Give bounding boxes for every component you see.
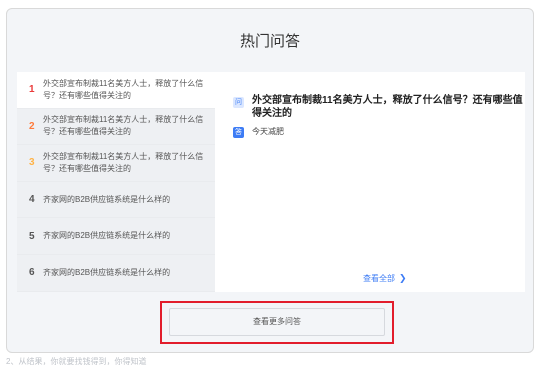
rank-number: 5 [29, 230, 35, 242]
more-button-highlight: 查看更多问答 [160, 301, 394, 344]
question-text: 齐家网的B2B供应链系统是什么样的 [43, 231, 171, 241]
question-text: 外交部宣布制裁11名美方人士，释放了什么信号？还有哪些值得关注的 [43, 78, 204, 100]
question-text: 外交部宣布制裁11名美方人士，释放了什么信号？还有哪些值得关注的 [43, 151, 204, 173]
footer-text: 2、从结果，你就要找钱得到，你得知道 [6, 357, 147, 365]
detail-answer-text: 今天减肥 [252, 126, 284, 136]
answer-badge-icon: 答 [233, 127, 244, 138]
rank-number: 6 [29, 267, 35, 279]
rank-number: 3 [29, 157, 35, 169]
question-badge-icon: 问 [233, 97, 244, 108]
chevron-right-icon: ❯ [399, 273, 407, 283]
list-item[interactable]: 2 外交部宣布制裁11名美方人士，释放了什么信号？还有哪些值得关注的 [17, 108, 215, 146]
rank-number: 4 [29, 194, 35, 206]
question-text: 齐家网的B2B供应链系统是什么样的 [43, 267, 171, 277]
list-item[interactable]: 3 外交部宣布制裁11名美方人士，释放了什么信号？还有哪些值得关注的 [17, 145, 215, 182]
detail-question: 问 外交部宣布制裁11名美方人士，释放了什么信号？还有哪些值得关注的 [233, 94, 523, 120]
answer-detail-panel: 问 外交部宣布制裁11名美方人士，释放了什么信号？还有哪些值得关注的 答 今天减… [215, 72, 525, 292]
rank-number: 2 [29, 120, 35, 132]
rank-number: 1 [29, 84, 35, 96]
page-title: 热门问答 [239, 33, 300, 50]
detail-answer: 答 今天减肥 [233, 124, 284, 138]
list-item[interactable]: 1 外交部宣布制裁11名美方人士，释放了什么信号？还有哪些值得关注的 [17, 72, 215, 109]
list-item[interactable]: 6 齐家网的B2B供应链系统是什么样的 [17, 254, 215, 292]
view-more-questions-button[interactable]: 查看更多问答 [169, 308, 385, 336]
see-all-link[interactable]: 查看全部 ❯ [363, 273, 407, 284]
list-item[interactable]: 4 齐家网的B2B供应链系统是什么样的 [17, 181, 215, 219]
question-text: 外交部宣布制裁11名美方人士，释放了什么信号？还有哪些值得关注的 [43, 115, 204, 137]
list-item[interactable]: 5 齐家网的B2B供应链系统是什么样的 [17, 218, 215, 255]
question-list: 1 外交部宣布制裁11名美方人士，释放了什么信号？还有哪些值得关注的 2 外交部… [17, 72, 215, 292]
detail-question-text: 外交部宣布制裁11名美方人士，释放了什么信号？还有哪些值得关注的 [252, 95, 523, 119]
question-text: 齐家网的B2B供应链系统是什么样的 [43, 194, 171, 204]
hot-qa-card: 热门问答 1 外交部宣布制裁11名美方人士，释放了什么信号？还有哪些值得关注的 … [6, 8, 534, 353]
see-all-label: 查看全部 [363, 274, 395, 283]
